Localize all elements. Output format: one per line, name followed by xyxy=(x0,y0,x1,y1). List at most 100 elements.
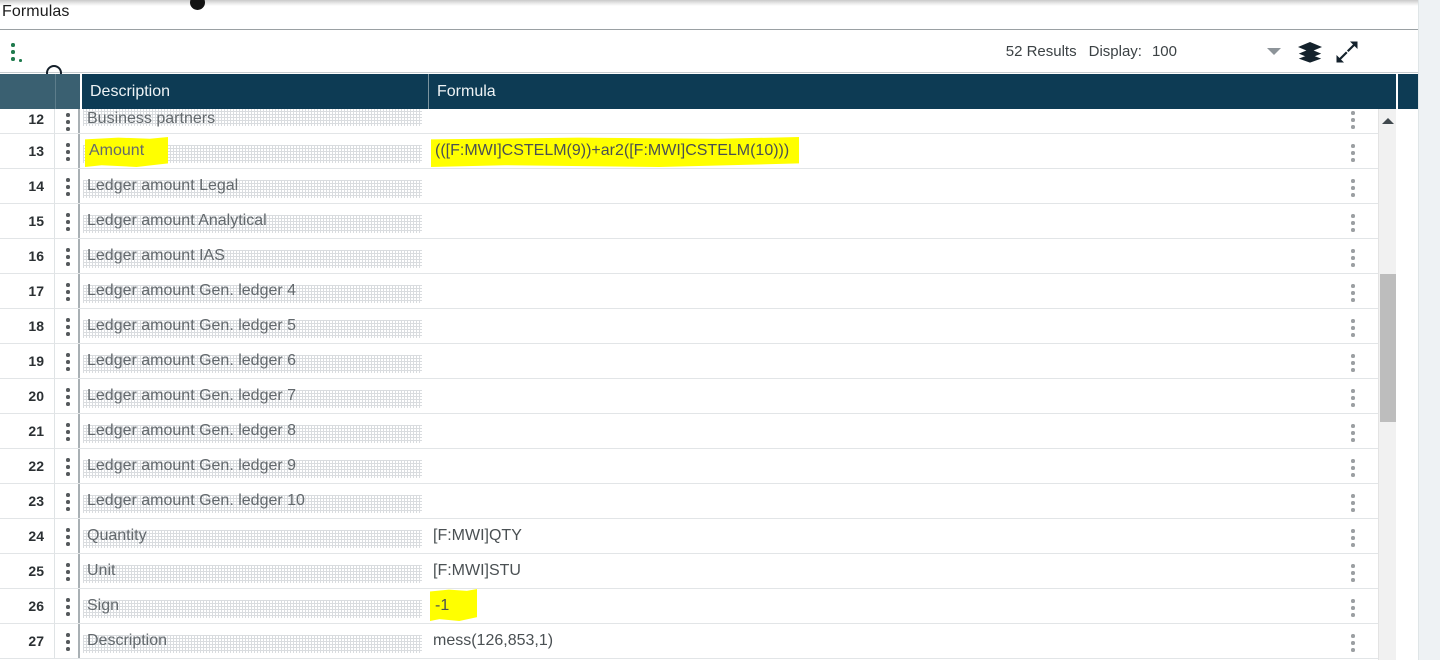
row-number: 23 xyxy=(0,484,55,518)
cell-formula[interactable]: (([F:MWI]CSTELM(9))+ar2([F:MWI]CSTELM(10… xyxy=(428,134,1396,168)
row-menu-icon[interactable] xyxy=(55,309,80,343)
table-row[interactable]: 22 Ledger amount Gen. ledger 9 xyxy=(0,449,1396,484)
cell-description[interactable]: Ledger amount Analytical xyxy=(80,204,428,238)
row-options-icon[interactable] xyxy=(1346,319,1360,345)
cell-description[interactable]: Quantity xyxy=(80,519,428,553)
cell-description[interactable]: Ledger amount Gen. ledger 8 xyxy=(80,414,428,448)
cell-description[interactable]: Description xyxy=(80,624,428,658)
row-options-icon[interactable] xyxy=(1346,179,1360,205)
vertical-scrollbar[interactable] xyxy=(1378,109,1396,660)
row-options-icon[interactable] xyxy=(1346,459,1360,485)
cell-formula[interactable] xyxy=(428,449,1396,483)
cell-formula[interactable] xyxy=(428,379,1396,413)
table-row[interactable]: 24 Quantity [F:MWI]QTY xyxy=(0,519,1396,554)
cell-formula[interactable]: mess(126,853,1) xyxy=(428,624,1396,658)
row-menu-icon[interactable] xyxy=(55,589,80,623)
row-menu-icon[interactable] xyxy=(55,449,80,483)
kebab-menu-icon[interactable] xyxy=(8,42,22,62)
cell-formula[interactable] xyxy=(428,344,1396,378)
row-options-icon[interactable] xyxy=(1346,529,1360,555)
table-row[interactable]: 20 Ledger amount Gen. ledger 7 xyxy=(0,379,1396,414)
display-value[interactable]: 100 xyxy=(1152,43,1177,60)
table-row[interactable]: 27 Description mess(126,853,1) xyxy=(0,624,1396,659)
table-row[interactable]: 26 Sign -1 xyxy=(0,589,1396,624)
table-row[interactable]: 17 Ledger amount Gen. ledger 4 xyxy=(0,274,1396,309)
row-number: 19 xyxy=(0,344,55,378)
row-options-icon[interactable] xyxy=(1346,249,1360,275)
layers-icon[interactable] xyxy=(1293,30,1327,73)
table-row[interactable]: 19 Ledger amount Gen. ledger 6 xyxy=(0,344,1396,379)
cell-formula[interactable] xyxy=(428,109,1396,133)
row-options-icon[interactable] xyxy=(1346,494,1360,520)
column-header-description[interactable]: Description xyxy=(80,74,428,109)
cell-description[interactable]: Business partners xyxy=(80,109,428,133)
cell-formula[interactable] xyxy=(428,204,1396,238)
table-row[interactable]: 12 Business partners xyxy=(0,109,1396,134)
cell-description[interactable]: Ledger amount Legal xyxy=(80,169,428,203)
cell-description[interactable]: Unit xyxy=(80,554,428,588)
chevron-down-icon[interactable] xyxy=(1261,30,1287,73)
table-row[interactable]: 23 Ledger amount Gen. ledger 10 xyxy=(0,484,1396,519)
row-options-icon[interactable] xyxy=(1346,564,1360,590)
table-row[interactable]: 18 Ledger amount Gen. ledger 5 xyxy=(0,309,1396,344)
cell-description[interactable]: Ledger amount Gen. ledger 4 xyxy=(80,274,428,308)
row-options-icon[interactable] xyxy=(1346,284,1360,310)
cell-description[interactable]: Ledger amount Gen. ledger 10 xyxy=(80,484,428,518)
column-header-endcap xyxy=(1396,74,1418,109)
row-menu-icon[interactable] xyxy=(55,274,80,308)
table-row[interactable]: 14 Ledger amount Legal xyxy=(0,169,1396,204)
row-menu-icon[interactable] xyxy=(55,554,80,588)
cell-formula[interactable] xyxy=(428,414,1396,448)
cell-formula[interactable] xyxy=(428,274,1396,308)
cell-description[interactable]: Ledger amount Gen. ledger 6 xyxy=(80,344,428,378)
table-row[interactable]: 21 Ledger amount Gen. ledger 8 xyxy=(0,414,1396,449)
cell-description-text: Ledger amount IAS xyxy=(87,247,225,264)
row-menu-icon[interactable] xyxy=(55,134,80,168)
cell-description[interactable]: Ledger amount Gen. ledger 9 xyxy=(80,449,428,483)
row-menu-icon[interactable] xyxy=(55,519,80,553)
cell-description-text: Unit xyxy=(87,562,116,579)
row-menu-icon[interactable] xyxy=(55,239,80,273)
row-options-icon[interactable] xyxy=(1346,634,1360,660)
row-options-icon[interactable] xyxy=(1346,144,1360,170)
cell-formula[interactable]: -1 xyxy=(428,589,1396,623)
row-number: 27 xyxy=(0,624,55,658)
column-header-formula[interactable]: Formula xyxy=(428,74,1418,109)
cell-formula[interactable] xyxy=(428,309,1396,343)
cell-formula-text: [F:MWI]STU xyxy=(433,562,521,579)
row-menu-icon[interactable] xyxy=(55,204,80,238)
scrollbar-thumb[interactable] xyxy=(1380,274,1396,422)
row-menu-icon[interactable] xyxy=(55,109,80,133)
cell-description[interactable]: Ledger amount IAS xyxy=(80,239,428,273)
row-menu-icon[interactable] xyxy=(55,484,80,518)
table-row[interactable]: 13 Amount (([F:MWI]CSTELM(9))+ar2([F:MWI]C… xyxy=(0,134,1396,169)
table-row[interactable]: 15 Ledger amount Analytical xyxy=(0,204,1396,239)
cell-description[interactable]: Amount xyxy=(80,134,428,168)
cell-description[interactable]: Ledger amount Gen. ledger 5 xyxy=(80,309,428,343)
row-menu-icon[interactable] xyxy=(55,344,80,378)
cell-formula[interactable]: [F:MWI]QTY xyxy=(428,519,1396,553)
formulas-grid: Description Formula 12 Business partners 1… xyxy=(0,74,1418,660)
row-menu-icon[interactable] xyxy=(55,624,80,658)
cell-description-text: Description xyxy=(87,632,168,649)
cell-description[interactable]: Ledger amount Gen. ledger 7 xyxy=(80,379,428,413)
row-options-icon[interactable] xyxy=(1346,599,1360,625)
cell-formula[interactable] xyxy=(428,484,1396,518)
row-menu-icon[interactable] xyxy=(55,169,80,203)
cell-description-text: Ledger amount Gen. ledger 4 xyxy=(87,282,297,299)
row-options-icon[interactable] xyxy=(1346,214,1360,240)
caret-up-icon[interactable] xyxy=(1379,113,1397,129)
cell-formula[interactable]: [F:MWI]STU xyxy=(428,554,1396,588)
row-options-icon[interactable] xyxy=(1346,424,1360,450)
cell-formula[interactable] xyxy=(428,239,1396,273)
cell-description[interactable]: Sign xyxy=(80,589,428,623)
row-options-icon[interactable] xyxy=(1346,389,1360,415)
row-menu-icon[interactable] xyxy=(55,414,80,448)
cell-formula[interactable] xyxy=(428,169,1396,203)
table-row[interactable]: 16 Ledger amount IAS xyxy=(0,239,1396,274)
row-options-icon[interactable] xyxy=(1346,111,1360,137)
row-options-icon[interactable] xyxy=(1346,354,1360,380)
expand-arrows-icon[interactable] xyxy=(1331,30,1363,73)
row-menu-icon[interactable] xyxy=(55,379,80,413)
table-row[interactable]: 25 Unit [F:MWI]STU xyxy=(0,554,1396,589)
